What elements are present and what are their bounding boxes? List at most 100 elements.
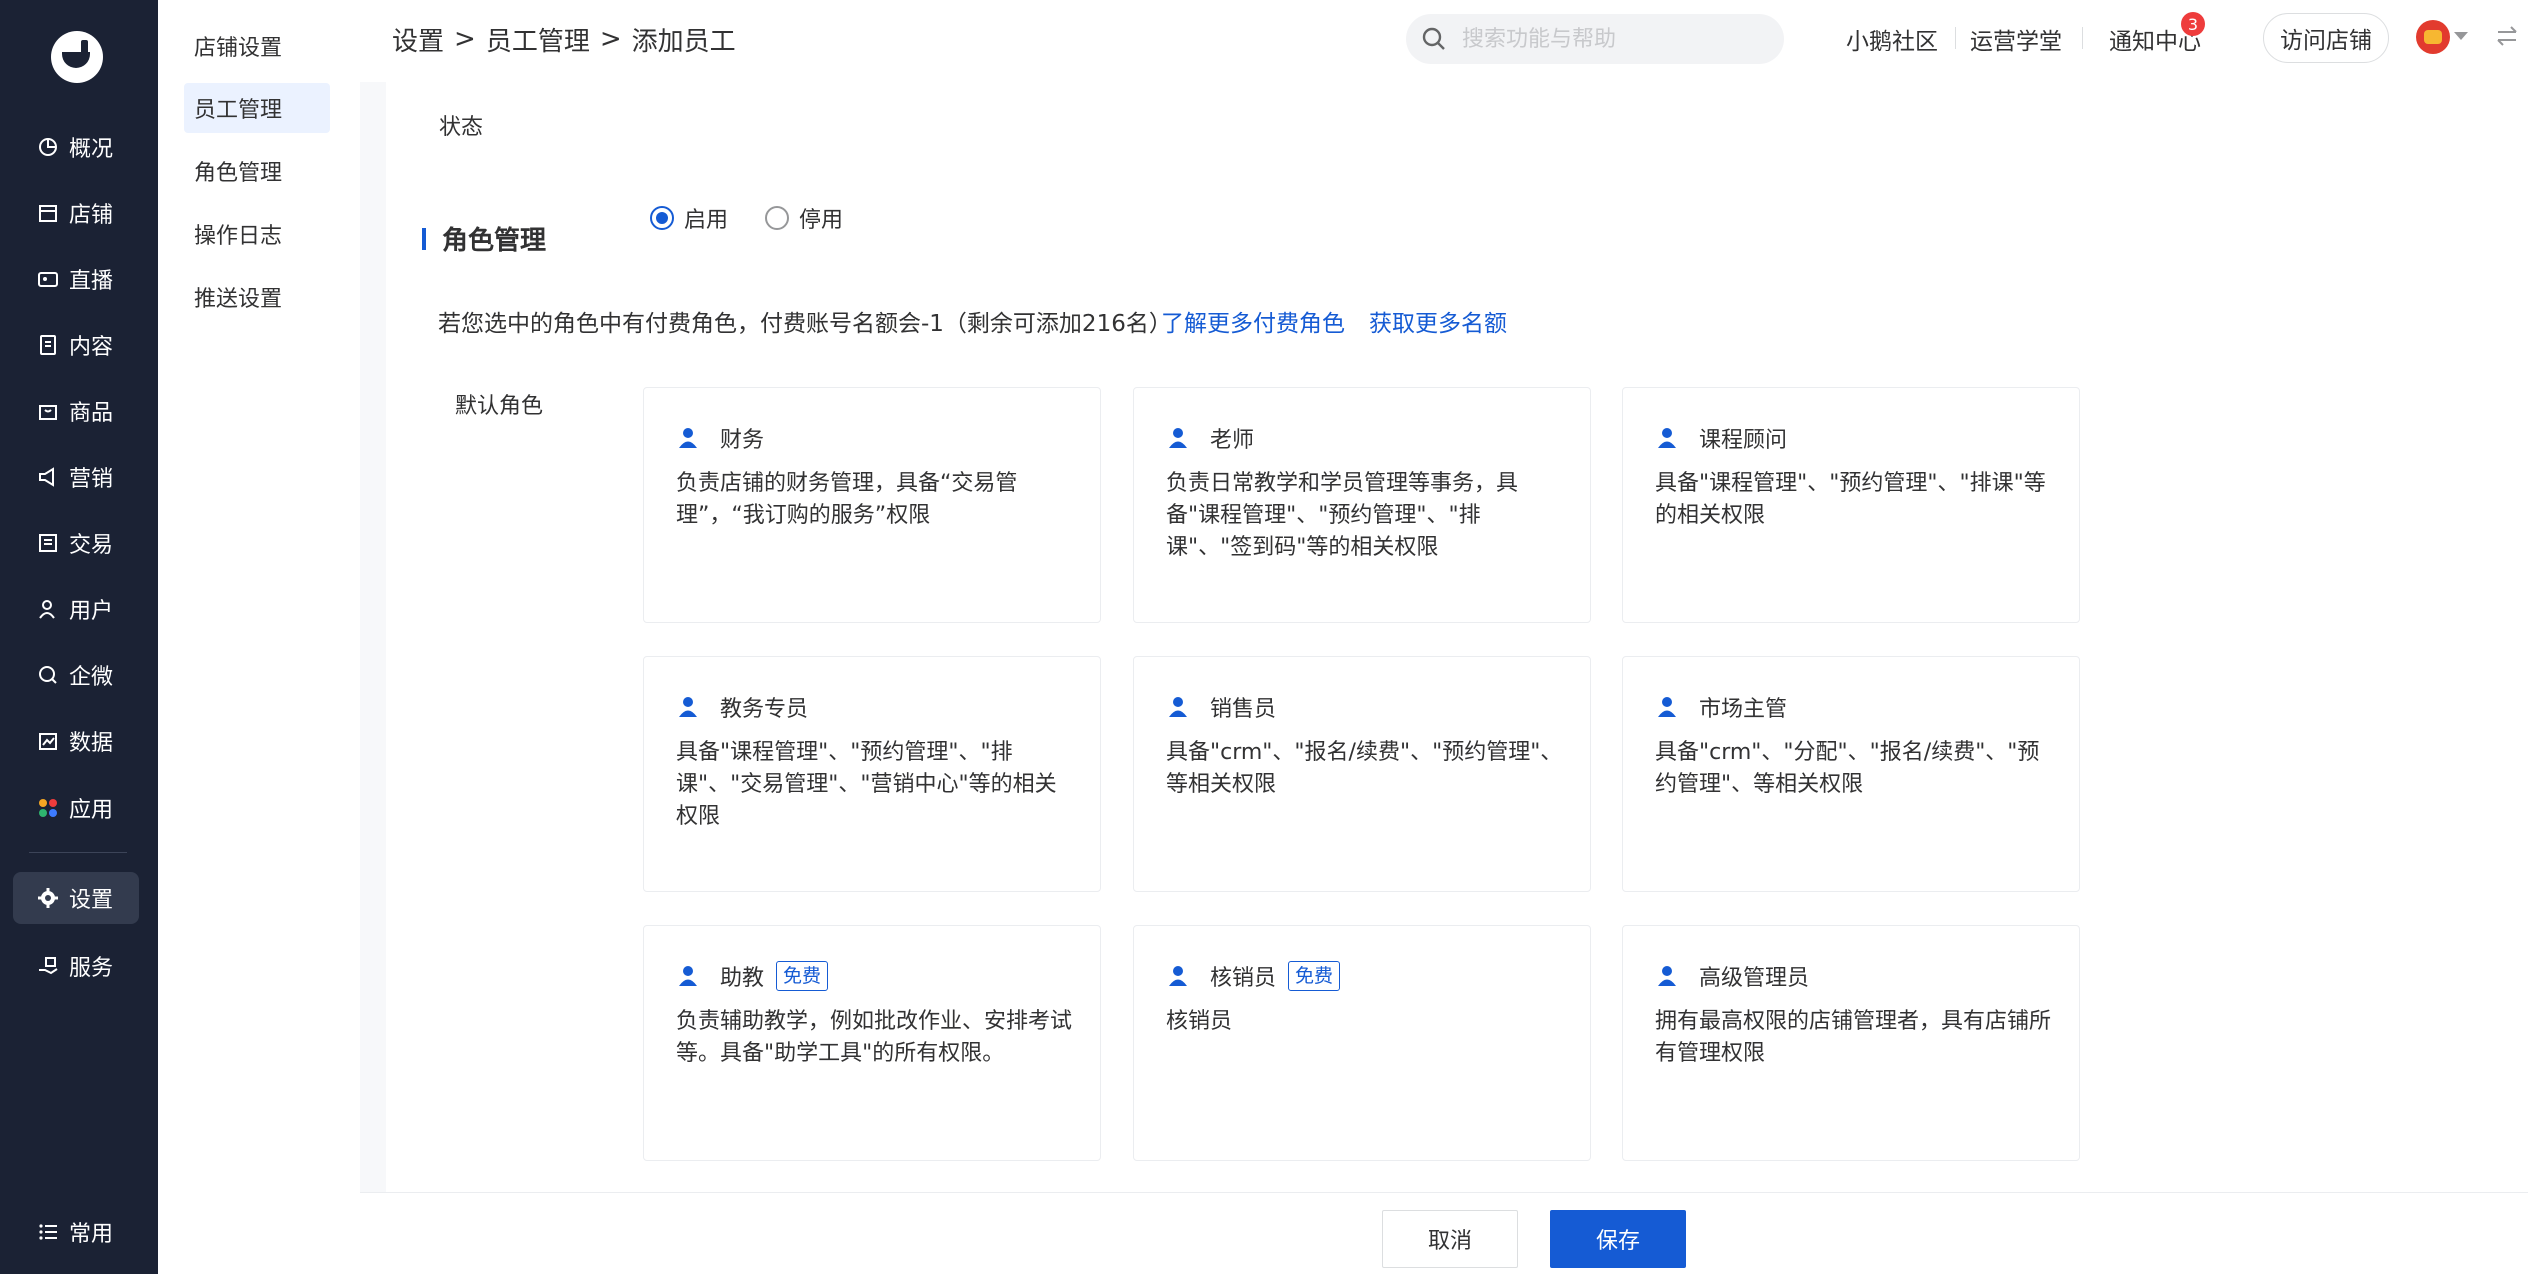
role-name: 教务专员 bbox=[720, 697, 809, 722]
status-label: 状态 bbox=[439, 115, 484, 140]
role-card-header: 教务专员 bbox=[676, 691, 808, 723]
submenu-item-role-management[interactable]: 角色管理 bbox=[184, 146, 330, 196]
free-tag: 免费 bbox=[1288, 961, 1341, 991]
role-name: 销售员 bbox=[1210, 697, 1277, 722]
role-card-course-advisor[interactable]: 课程顾问 具备"课程管理"、"预约管理"、"排课"等的相关权限 bbox=[1622, 387, 2080, 623]
role-card-header: 销售员 bbox=[1166, 691, 1276, 723]
receipt-icon bbox=[37, 532, 59, 554]
nav-item-store[interactable]: 店铺 bbox=[13, 187, 139, 239]
search-input[interactable] bbox=[1462, 26, 1762, 52]
role-description: 负责日常教学和学员管理等事务，具备"课程管理"、"预约管理"、"排课"、"签到码… bbox=[1166, 471, 1519, 560]
nav-item-label: 常用 bbox=[69, 1222, 114, 1247]
nav-item-live[interactable]: 直播 bbox=[13, 253, 139, 305]
user-role-icon bbox=[1658, 966, 1676, 986]
community-link[interactable]: 小鹅社区 bbox=[1846, 22, 1938, 56]
nav-item-settings[interactable]: 设置 bbox=[13, 872, 139, 924]
status-radio-disabled[interactable]: 停用 bbox=[765, 202, 843, 234]
nav-item-users[interactable]: 用户 bbox=[13, 583, 139, 635]
nav-item-label: 概况 bbox=[69, 137, 114, 162]
notification-count-badge: 3 bbox=[2181, 12, 2205, 36]
role-card-verifier[interactable]: 核销员 免费 核销员 bbox=[1133, 925, 1591, 1161]
switch-arrows-icon[interactable] bbox=[2494, 25, 2520, 47]
nav-item-marketing[interactable]: 营销 bbox=[13, 451, 139, 503]
main-nav: 概况 店铺 直播 内容 商品 营销 交易 用户 企微 数据 应用 设置 服务 常… bbox=[0, 0, 158, 1274]
pie-chart-icon bbox=[37, 136, 59, 158]
nav-item-label: 企微 bbox=[69, 665, 114, 690]
nav-item-label: 服务 bbox=[69, 956, 114, 981]
nav-item-label: 商品 bbox=[69, 401, 114, 426]
role-card-header: 助教 免费 bbox=[676, 960, 829, 992]
role-name: 老师 bbox=[1210, 428, 1255, 453]
chevron-down-icon[interactable] bbox=[2454, 32, 2468, 40]
breadcrumb-separator: > bbox=[454, 24, 476, 54]
add-staff-form: 状态 启用 停用 角色管理 若您选中的角色中有付费角色，付费账号名额会-1（剩余… bbox=[386, 82, 2528, 1192]
store-icon bbox=[37, 202, 59, 224]
default-roles-label: 默认角色 bbox=[455, 394, 544, 419]
nav-item-data[interactable]: 数据 bbox=[13, 715, 139, 767]
role-card-marketing-manager[interactable]: 市场主管 具备"crm"、"分配"、"报名/续费"、"预约管理"、等相关权限 bbox=[1622, 656, 2080, 892]
user-role-icon bbox=[1658, 428, 1676, 448]
nav-item-content[interactable]: 内容 bbox=[13, 319, 139, 371]
breadcrumb-item-staff-management[interactable]: 员工管理 bbox=[486, 21, 590, 58]
data-chart-icon bbox=[37, 730, 59, 752]
role-card-header: 财务 bbox=[676, 422, 764, 454]
section-accent-bar bbox=[422, 228, 426, 250]
nav-item-label: 数据 bbox=[69, 731, 114, 756]
role-description: 具备"crm"、"报名/续费"、"预约管理"、等相关权限 bbox=[1166, 740, 1563, 797]
app-logo[interactable] bbox=[51, 31, 103, 83]
nav-item-frequent[interactable]: 常用 bbox=[13, 1206, 139, 1258]
user-role-icon bbox=[679, 428, 697, 448]
visit-store-button[interactable]: 访问店铺 bbox=[2263, 13, 2389, 63]
role-card-academic-affairs[interactable]: 教务专员 具备"课程管理"、"预约管理"、"排课"、"交易管理"、"营销中心"等… bbox=[643, 656, 1101, 892]
submenu-item-store-settings[interactable]: 店铺设置 bbox=[184, 21, 330, 71]
role-description: 具备"课程管理"、"预约管理"、"排课"等的相关权限 bbox=[1655, 471, 2046, 528]
nav-item-apps[interactable]: 应用 bbox=[13, 782, 139, 834]
nav-item-goods[interactable]: 商品 bbox=[13, 385, 139, 437]
avatar[interactable] bbox=[2416, 20, 2450, 54]
free-tag: 免费 bbox=[776, 961, 829, 991]
section-title: 角色管理 bbox=[442, 226, 547, 256]
radio-unchecked-icon[interactable] bbox=[765, 206, 789, 230]
status-radio-enabled[interactable]: 启用 bbox=[650, 202, 728, 234]
search-icon bbox=[1422, 27, 1445, 50]
role-card-finance[interactable]: 财务 负责店铺的财务管理，具备“交易管理”，“我订购的服务”权限 bbox=[643, 387, 1101, 623]
cancel-button[interactable]: 取消 bbox=[1382, 1210, 1518, 1268]
submenu-item-operation-log[interactable]: 操作日志 bbox=[184, 209, 330, 259]
get-more-quota-link[interactable]: 获取更多名额 bbox=[1369, 304, 1507, 338]
role-card-teacher[interactable]: 老师 负责日常教学和学员管理等事务，具备"课程管理"、"预约管理"、"排课"、"… bbox=[1133, 387, 1591, 623]
submenu-item-push-settings[interactable]: 推送设置 bbox=[184, 272, 330, 322]
role-card-salesperson[interactable]: 销售员 具备"crm"、"报名/续费"、"预约管理"、等相关权限 bbox=[1133, 656, 1591, 892]
role-name: 高级管理员 bbox=[1699, 966, 1810, 991]
search-box[interactable] bbox=[1406, 14, 1784, 64]
nav-item-service[interactable]: 服务 bbox=[13, 940, 139, 992]
breadcrumb-item-settings[interactable]: 设置 bbox=[392, 21, 444, 58]
nav-item-label: 内容 bbox=[69, 335, 114, 360]
nav-item-label: 直播 bbox=[69, 269, 114, 294]
role-card-teaching-assistant[interactable]: 助教 免费 负责辅助教学，例如批改作业、安排考试等。具备"助学工具"的所有权限。 bbox=[643, 925, 1101, 1161]
radio-label: 停用 bbox=[799, 208, 844, 233]
nav-item-label: 营销 bbox=[69, 467, 114, 492]
radio-checked-icon[interactable] bbox=[650, 206, 674, 230]
learn-more-paid-roles-link[interactable]: 了解更多付费角色 bbox=[1161, 304, 1345, 338]
nav-item-overview[interactable]: 概况 bbox=[13, 121, 139, 173]
role-name: 核销员 bbox=[1210, 966, 1277, 991]
nav-item-label: 用户 bbox=[69, 599, 114, 624]
role-name: 课程顾问 bbox=[1699, 428, 1788, 453]
user-role-icon bbox=[1169, 428, 1187, 448]
user-role-icon bbox=[1169, 697, 1187, 717]
user-role-icon bbox=[1169, 966, 1187, 986]
submenu-item-staff-management[interactable]: 员工管理 bbox=[184, 83, 330, 133]
top-separator bbox=[1955, 27, 1956, 49]
role-name: 助教 bbox=[720, 966, 765, 991]
settings-submenu: 店铺设置 员工管理 角色管理 操作日志 推送设置 bbox=[158, 0, 360, 1274]
role-card-senior-admin[interactable]: 高级管理员 拥有最高权限的店铺管理者，具有店铺所有管理权限 bbox=[1622, 925, 2080, 1161]
user-icon bbox=[37, 598, 59, 620]
nav-item-label: 交易 bbox=[69, 533, 114, 558]
academy-link[interactable]: 运营学堂 bbox=[1970, 22, 2062, 56]
nav-item-label: 设置 bbox=[69, 888, 114, 913]
save-button[interactable]: 保存 bbox=[1550, 1210, 1686, 1268]
list-icon bbox=[37, 1221, 59, 1243]
role-card-header: 课程顾问 bbox=[1655, 422, 1787, 454]
nav-item-trade[interactable]: 交易 bbox=[13, 517, 139, 569]
nav-item-wecom[interactable]: 企微 bbox=[13, 649, 139, 701]
